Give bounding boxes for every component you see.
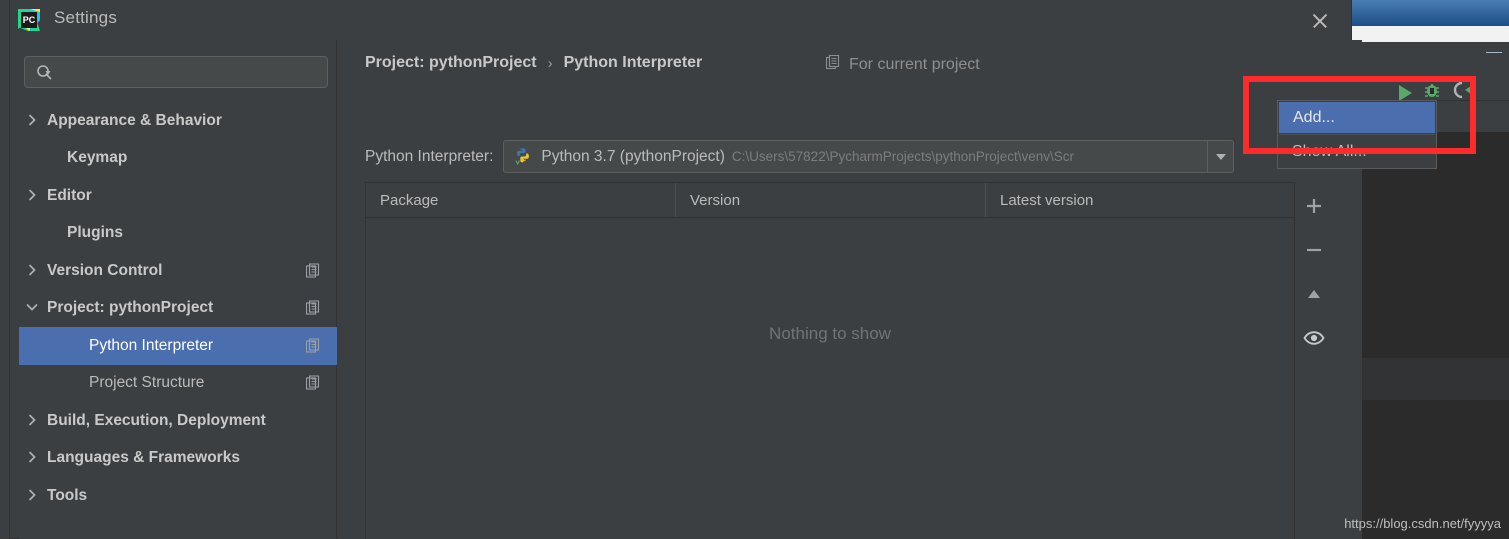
sidebar-item-label: Python Interpreter [89, 336, 214, 354]
show-early-releases-button[interactable] [1302, 326, 1326, 350]
sidebar-item-label: Version Control [47, 261, 163, 279]
interpreter-row: Python Interpreter: Python 3.7 (pythonPr… [365, 140, 1235, 173]
empty-state-message: Nothing to show [769, 324, 891, 343]
menu-item-show-all[interactable]: Show All... [1278, 135, 1436, 168]
sidebar-item-label: Editor [47, 186, 92, 204]
uninstall-package-button[interactable] [1302, 238, 1326, 262]
column-header-version[interactable]: Version [676, 183, 986, 217]
menu-item-add[interactable]: Add... [1279, 102, 1435, 133]
sidebar-item-label: Project: pythonProject [47, 299, 214, 317]
sidebar-item-label: Appearance & Behavior [47, 111, 222, 129]
sidebar-item-version-control[interactable]: Version Control [19, 252, 337, 290]
chevron-down-icon [1215, 153, 1226, 160]
watermark-text: https://blog.csdn.net/fyyyya [1344, 516, 1501, 531]
module-copy-icon [825, 54, 841, 75]
sidebar-item-label: Tools [47, 486, 88, 504]
sidebar-item-label: Languages & Frameworks [47, 449, 240, 467]
search-box[interactable] [24, 56, 328, 88]
sidebar-item-languages-frameworks[interactable]: Languages & Frameworks [19, 440, 337, 478]
ide-white-strip [1352, 26, 1509, 42]
sidebar-item-build-execution-deployment[interactable]: Build, Execution, Deployment [19, 402, 337, 440]
sidebar-item-label: Plugins [67, 224, 123, 242]
sidebar-item-tools[interactable]: Tools [19, 477, 337, 515]
chevron-down-icon[interactable] [25, 300, 41, 316]
search-icon [36, 64, 54, 82]
ide-panel-band [1352, 358, 1509, 400]
packages-table: Package Version Latest version Nothing t… [365, 182, 1295, 539]
breadcrumb: Project: pythonProject › Python Interpre… [365, 54, 702, 72]
module-copy-icon [305, 338, 321, 353]
python-icon [513, 147, 533, 167]
module-copy-icon [305, 375, 321, 391]
chevron-right-icon[interactable] [25, 413, 41, 429]
breadcrumb-leaf: Python Interpreter [563, 54, 703, 71]
sidebar-item-label: Build, Execution, Deployment [47, 411, 266, 429]
dialog-titlebar: PC Settings [10, 0, 1351, 40]
chevron-right-icon[interactable] [25, 263, 41, 279]
sidebar-item-appearance-behavior[interactable]: Appearance & Behavior [19, 102, 337, 140]
sidebar-item-label: Keymap [67, 149, 128, 167]
sidebar-item-keymap[interactable]: Keymap [19, 140, 337, 178]
interpreter-label: Python Interpreter: [365, 147, 494, 165]
interpreter-path: C:\Users\57822\PycharmProjects\pythonPro… [731, 149, 1075, 164]
sidebar-item-label: Project Structure [89, 374, 205, 392]
scope-label: For current project [849, 56, 980, 73]
interpreter-dropdown-arrow[interactable] [1207, 141, 1234, 172]
interpreter-combobox[interactable]: Python 3.7 (pythonProject) C:\Users\5782… [503, 140, 1235, 173]
sidebar-item-project-structure[interactable]: Project Structure [19, 365, 337, 403]
settings-dialog: PC Settings Appearance & Behavior Keymap… [9, 0, 1362, 539]
packages-table-header: Package Version Latest version [366, 183, 1294, 218]
module-copy-icon [305, 263, 321, 278]
pycharm-logo-icon: PC [16, 7, 42, 33]
sidebar-item-editor[interactable]: Editor [19, 177, 337, 215]
breadcrumb-separator: › [547, 54, 553, 72]
chevron-right-icon[interactable] [25, 188, 41, 204]
run-triangle-icon[interactable] [1399, 84, 1412, 101]
sidebar-item-project-pythonproject[interactable]: Project: pythonProject [19, 290, 337, 328]
svg-text:PC: PC [23, 15, 36, 25]
chevron-right-icon[interactable] [25, 488, 41, 504]
install-package-button[interactable] [1302, 194, 1326, 218]
packages-table-body: Nothing to show [366, 218, 1294, 539]
scope-indicator: For current project [825, 54, 980, 75]
chevron-right-icon[interactable] [25, 113, 41, 129]
sidebar-item-python-interpreter[interactable]: Python Interpreter [19, 327, 337, 365]
search-input[interactable] [63, 62, 318, 84]
breadcrumb-root[interactable]: Project: pythonProject [365, 54, 537, 72]
interpreter-name: Python 3.7 (pythonProject) [541, 147, 725, 165]
module-copy-icon [305, 300, 321, 316]
column-header-package[interactable]: Package [366, 183, 676, 217]
upgrade-package-button[interactable] [1302, 282, 1326, 306]
settings-tree: Appearance & Behavior Keymap Editor Plugins… [19, 102, 337, 515]
minimize-icon[interactable] [1486, 47, 1502, 57]
packages-toolbar [1295, 182, 1333, 539]
sidebar-item-plugins[interactable]: Plugins [19, 215, 337, 253]
column-header-latest-version[interactable]: Latest version [986, 183, 1294, 217]
settings-content-panel: Project: pythonProject › Python Interpre… [338, 40, 1362, 539]
settings-nav-panel: Appearance & Behavior Keymap Editor Plugins… [19, 40, 337, 539]
chevron-right-icon[interactable] [25, 450, 41, 466]
ide-background-image [1352, 0, 1509, 26]
close-icon[interactable] [1307, 8, 1333, 34]
screen: PC Settings Appearance & Behavior Keymap… [0, 0, 1509, 539]
run-with-coverage-icon[interactable] [1452, 80, 1476, 105]
dialog-title: Settings [54, 8, 118, 27]
interpreter-dropdown-menu: Add... Show All... [1277, 100, 1437, 169]
